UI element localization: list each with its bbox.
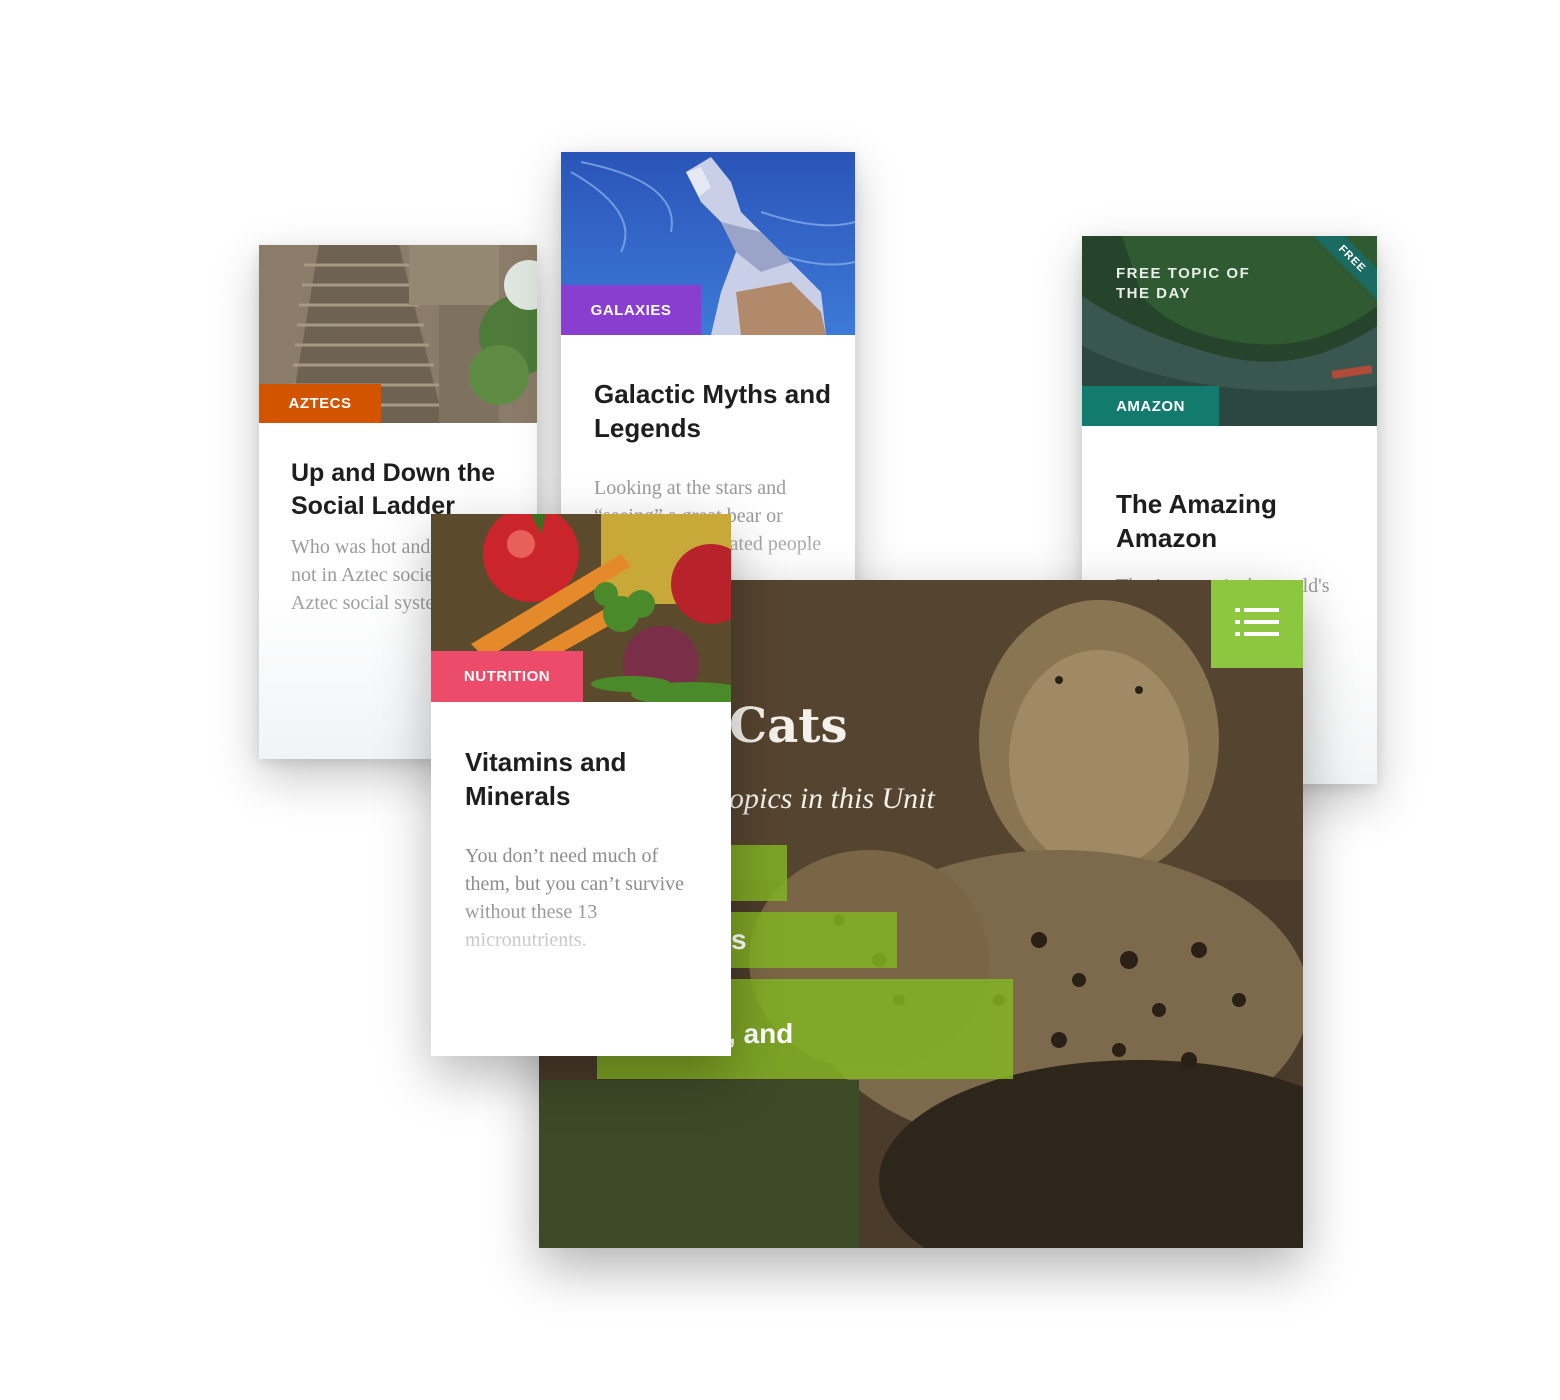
category-tag[interactable]: NUTRITION <box>431 651 583 702</box>
card-title[interactable]: Up and Down the Social Ladder <box>291 457 521 522</box>
menu-button[interactable] <box>1211 580 1303 668</box>
topic-card-nutrition[interactable]: NUTRITION Vitamins and Minerals You don’… <box>431 514 731 1056</box>
unit-title: Cats <box>729 698 848 754</box>
category-tag[interactable]: AMAZON <box>1082 386 1219 426</box>
card-title[interactable]: Vitamins and Minerals <box>465 746 705 814</box>
category-tag[interactable]: GALAXIES <box>561 285 701 335</box>
category-tag[interactable]: AZTECS <box>259 384 381 423</box>
card-title[interactable]: The Amazing Amazon <box>1116 488 1356 556</box>
free-topic-label: FREE TOPIC OF THE DAY <box>1116 265 1251 302</box>
card-description: You don’t need much of them, but you can… <box>465 845 685 951</box>
card-title[interactable]: Galactic Myths and Legends <box>594 378 834 446</box>
hamburger-menu-icon <box>1235 606 1279 643</box>
unit-subtitle: opics in this Unit <box>729 782 935 815</box>
